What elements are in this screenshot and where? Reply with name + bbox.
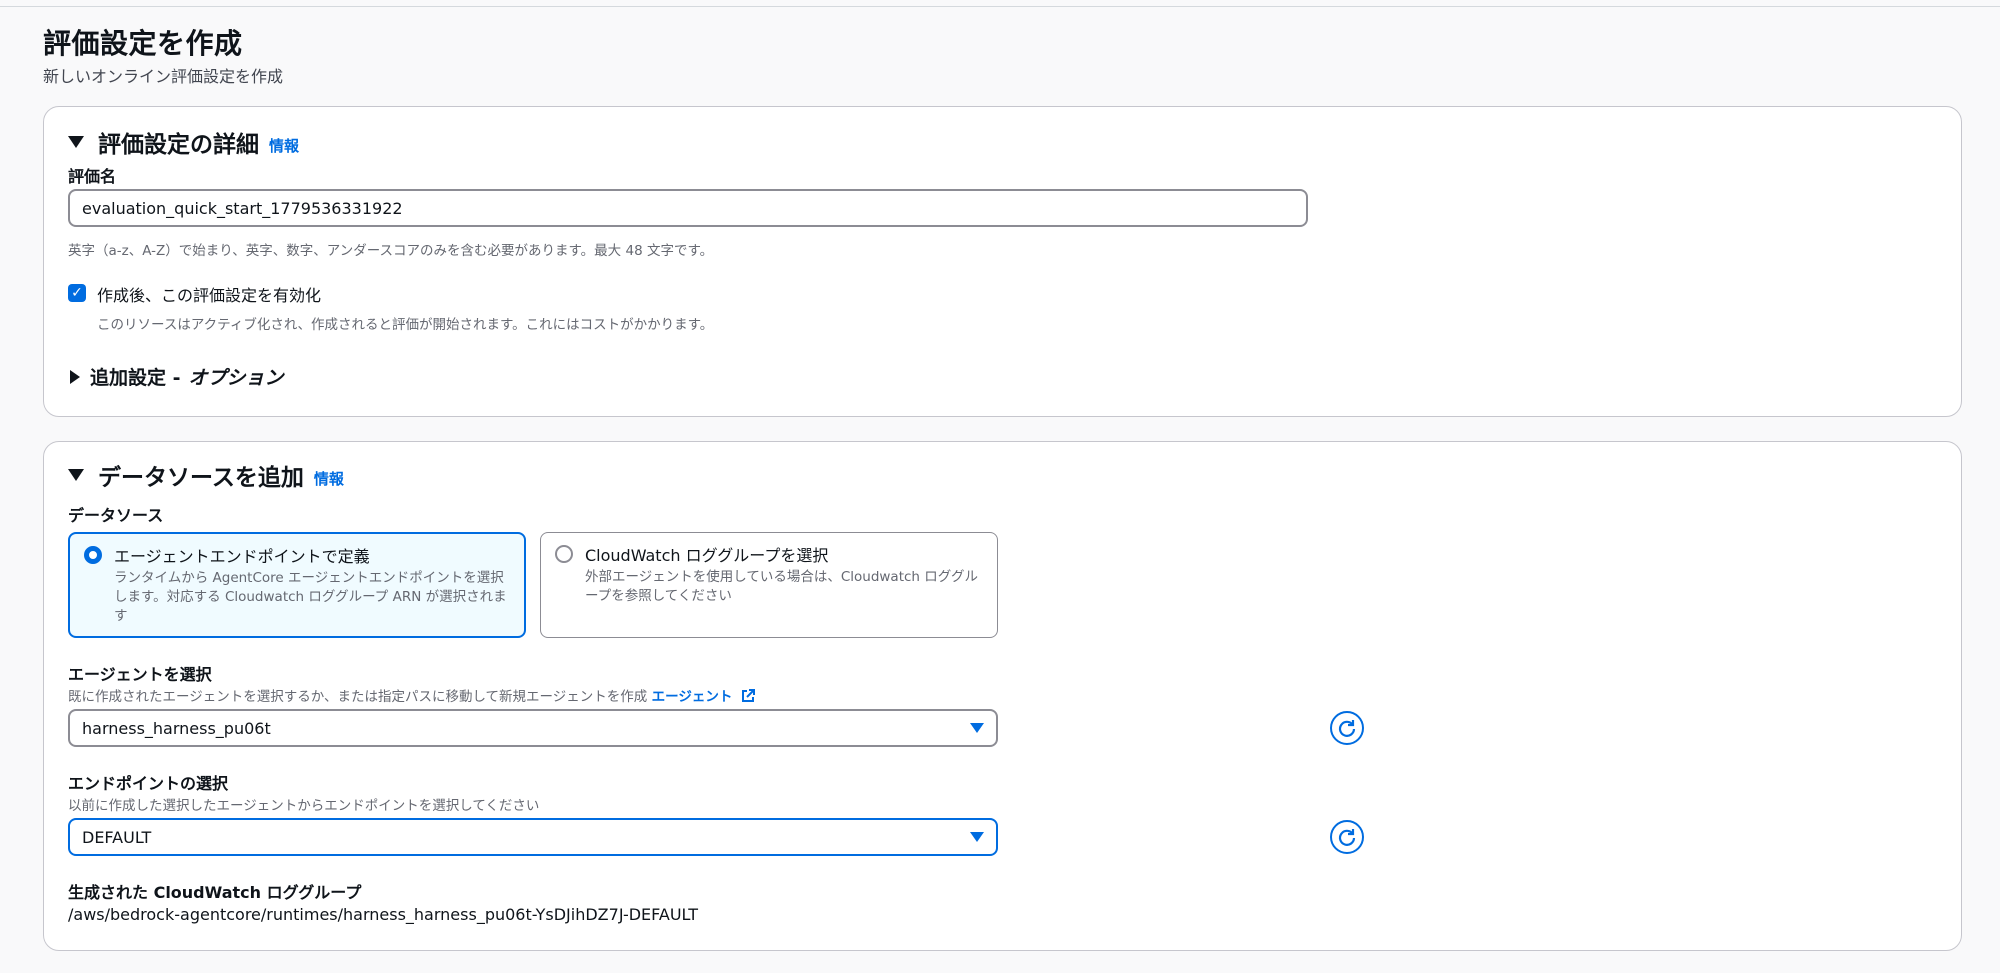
dropdown-caret-icon [970,832,984,842]
top-divider [0,6,2000,7]
radio-selected-icon[interactable] [84,546,102,564]
enable-evaluation-label[interactable]: 作成後、この評価設定を有効化 [97,282,321,306]
caret-right-icon [70,369,80,384]
endpoint-select[interactable]: DEFAULT [68,818,998,856]
caret-down-icon[interactable] [68,136,84,148]
enable-evaluation-description: このリソースはアクティブ化され、作成されると評価が開始されます。これにはコストが… [97,317,714,333]
agent-link[interactable]: エージェント [652,689,756,705]
data-source-panel: データソースを追加 情報 データソース エージェントエンドポイントで定義 ランタ… [43,441,1962,951]
enable-evaluation-checkbox[interactable]: ✓ [68,284,86,302]
refresh-icon [1338,720,1356,737]
details-section-header[interactable]: 評価設定の詳細 情報 [68,125,299,159]
page-subtitle: 新しいオンライン評価設定を作成 [43,67,284,86]
external-link-icon [742,689,756,702]
refresh-icon [1338,829,1356,846]
datasource-label: データソース [68,506,164,525]
evaluation-name-input[interactable] [68,189,1308,227]
details-info-link[interactable]: 情報 [269,135,299,156]
radio-unselected-icon[interactable] [555,545,573,563]
dropdown-caret-icon [970,723,984,733]
datasource-section-header[interactable]: データソースを追加 情報 [68,458,344,492]
datasource-option-cloudwatch[interactable]: CloudWatch ロググループを選択 外部エージェントを使用している場合は、… [540,532,998,638]
datasource-option-description: ランタイムから AgentCore エージェントエンドポイントを選択します。対応… [114,570,507,624]
datasource-info-link[interactable]: 情報 [314,468,344,489]
refresh-endpoints-button[interactable] [1330,820,1364,854]
log-group-label: 生成された CloudWatch ロググループ [68,883,362,902]
datasource-option-title: エージェントエンドポイントで定義 [114,547,370,566]
caret-down-icon[interactable] [68,469,84,481]
additional-settings-toggle[interactable]: 追加設定 - オプション [70,363,284,390]
agent-select[interactable]: harness_harness_pu06t [68,709,998,747]
log-group-value: /aws/bedrock-agentcore/runtimes/harness_… [68,905,699,924]
agent-link-label[interactable]: エージェント [652,689,733,705]
datasource-option-description: 外部エージェントを使用している場合は、Cloudwatch ロググループを参照し… [585,569,978,604]
evaluation-name-hint: 英字（a-z、A-Z）で始まり、英字、数字、アンダースコアのみを含む必要がありま… [68,243,714,259]
refresh-agents-button[interactable] [1330,711,1364,745]
agent-select-label: エージェントを選択 [68,665,212,684]
evaluation-details-panel: 評価設定の詳細 情報 評価名 英字（a-z、A-Z）で始まり、英字、数字、アンダ… [43,106,1962,417]
agent-select-value: harness_harness_pu06t [82,718,271,738]
datasource-option-title: CloudWatch ロググループを選択 [585,546,829,565]
endpoint-select-label: エンドポイントの選択 [68,774,229,793]
additional-settings-optional: オプション [188,367,284,389]
evaluation-name-label: 評価名 [68,167,117,186]
datasource-option-agent-endpoint[interactable]: エージェントエンドポイントで定義 ランタイムから AgentCore エージェン… [68,532,526,638]
additional-settings-label: 追加設定 - [90,367,181,389]
endpoint-select-value: DEFAULT [82,827,152,847]
agent-hint-text: 既に作成されたエージェントを選択するか、または指定パスに移動して新規エージェント… [68,689,648,705]
agent-select-hint: 既に作成されたエージェントを選択するか、または指定パスに移動して新規エージェント… [68,685,756,705]
endpoint-select-hint: 以前に作成した選択したエージェントからエンドポイントを選択してください [68,798,540,814]
page-title: 評価設定を作成 [43,27,243,60]
details-section-title: 評価設定の詳細 [98,132,259,158]
datasource-section-title: データソースを追加 [98,465,304,491]
